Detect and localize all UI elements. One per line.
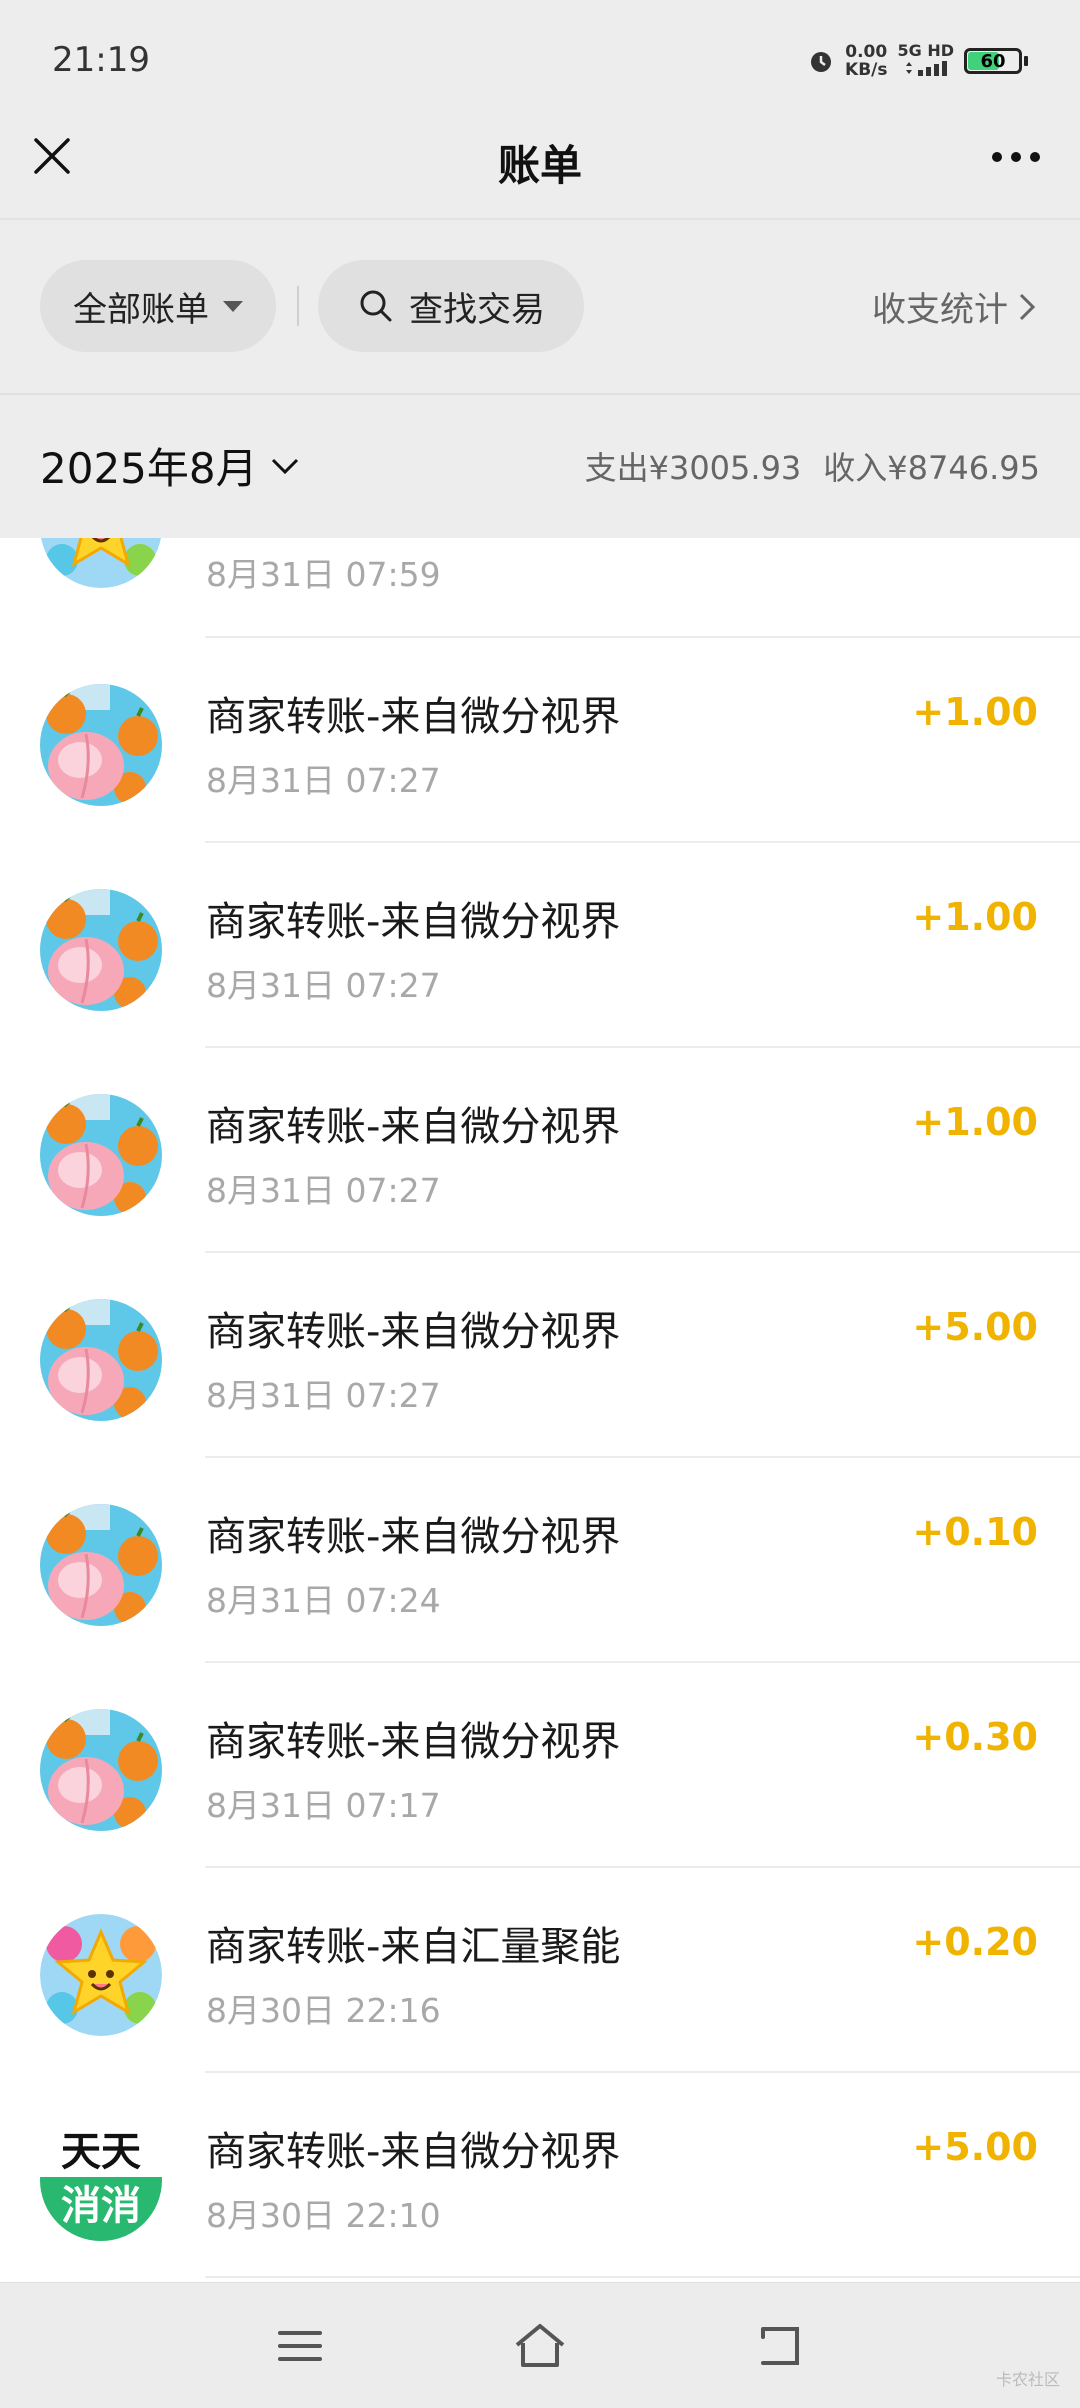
status-icons: 0.00 KB/s 5G HD 60 <box>807 42 1028 80</box>
transaction-row[interactable]: 商家转账-来自微分视界 8月31日 07:27 +1.00 <box>0 638 1080 843</box>
divider <box>297 286 299 326</box>
transaction-description: 商家转账-来自微分视界 <box>206 694 621 740</box>
transaction-time: 8月31日 07:27 <box>206 966 441 1005</box>
title-bar: 账单 <box>0 110 1080 220</box>
transaction-description: 商家转账-来自微分视界 <box>206 1514 621 1560</box>
row-divider <box>205 2276 1080 2278</box>
transaction-list[interactable]: 8月31日 07:59 商家转账-来自微分视界 8月31日 07:27 +1.00 商家… <box>0 538 1080 2282</box>
transaction-row[interactable]: 天天 消消 商家转账-来自微分视界 8月30日 22:10 +5.00 <box>0 2073 1080 2278</box>
transaction-description: 商家转账-来自微分视界 <box>206 1719 621 1765</box>
all-bills-filter-button[interactable]: 全部账单 <box>40 260 276 352</box>
transaction-time: 8月30日 22:10 <box>206 2196 441 2235</box>
transaction-row[interactable]: 商家转账-来自微分视界 8月31日 07:27 +1.00 <box>0 843 1080 1048</box>
month-totals: 支出¥3005.93 收入¥8746.95 <box>585 443 1040 489</box>
alarm-icon <box>811 52 832 72</box>
expense-total: 支出¥3005.93 <box>584 449 802 487</box>
month-selector[interactable]: 2025年8月 <box>40 435 300 496</box>
transaction-description: 商家转账-来自微分视界 <box>206 1309 621 1355</box>
transaction-row[interactable]: 商家转账-来自微分视界 8月31日 07:27 +5.00 <box>0 1253 1080 1458</box>
transaction-description: 商家转账-来自微分视界 <box>206 1104 621 1150</box>
transaction-time: 8月31日 07:17 <box>206 1786 441 1825</box>
fruit-game-icon <box>40 889 162 1011</box>
battery-icon: 60 <box>964 48 1022 74</box>
fruit-game-icon <box>40 1709 162 1831</box>
transaction-row[interactable]: 商家转账-来自汇量聚能 8月30日 22:16 +0.20 <box>0 1868 1080 2073</box>
status-bar: 21:19 0.00 KB/s 5G HD 60 <box>0 0 1080 110</box>
caret-down-icon <box>223 300 243 312</box>
transaction-amount: +1.00 <box>912 690 1038 734</box>
transaction-time: 8月31日 07:27 <box>206 761 441 800</box>
transaction-row[interactable]: 商家转账-来自微分视界 8月31日 07:27 +1.00 <box>0 1048 1080 1253</box>
transaction-description: 商家转账-来自汇量聚能 <box>206 1924 621 1970</box>
svg-text:消消: 消消 <box>61 2183 141 2229</box>
fruit-game-icon <box>40 1299 162 1421</box>
search-transaction-button[interactable]: 查找交易 <box>318 260 584 352</box>
filter-bar: 全部账单 查找交易 收支统计 <box>0 220 1080 395</box>
fruit-game-icon <box>40 1094 162 1216</box>
transaction-row[interactable]: 8月31日 07:59 <box>0 538 1080 638</box>
transaction-row[interactable]: 商家转账-来自微分视界 8月31日 07:24 +0.10 <box>0 1458 1080 1663</box>
search-icon <box>360 290 392 322</box>
transaction-amount: +0.20 <box>912 1920 1038 1964</box>
more-options-icon[interactable] <box>992 152 1040 162</box>
transaction-row[interactable]: 商家转账-来自微分视界 8月31日 07:17 +0.30 <box>0 1663 1080 1868</box>
transaction-description: 商家转账-来自微分视界 <box>206 899 621 945</box>
transaction-amount: +0.30 <box>912 1715 1038 1759</box>
fruit-game-icon <box>40 684 162 806</box>
star-game-icon <box>40 1914 162 2036</box>
transaction-time: 8月31日 07:27 <box>206 1376 441 1415</box>
chevron-right-icon <box>1019 293 1036 320</box>
fruit-game-icon <box>40 1504 162 1626</box>
signal-icon <box>906 61 947 76</box>
transaction-time: 8月31日 07:24 <box>206 1581 441 1620</box>
month-summary-bar: 2025年8月 支出¥3005.93 收入¥8746.95 <box>0 395 1080 538</box>
transaction-time: 8月31日 07:27 <box>206 1171 441 1210</box>
transaction-amount: +5.00 <box>912 2125 1038 2169</box>
income-expense-stats-link[interactable]: 收支统计 <box>872 282 1036 331</box>
watermark: 卡农社区 <box>995 2370 1060 2389</box>
network-type: 5G HD <box>897 42 954 80</box>
transaction-time: 8月30日 22:16 <box>206 1991 441 2030</box>
transaction-time: 8月31日 07:59 <box>206 555 441 594</box>
tiantian-xiaoxiao-icon: 天天 消消 <box>40 2119 162 2241</box>
menu-icon[interactable] <box>267 2313 333 2379</box>
transaction-amount: +1.00 <box>912 895 1038 939</box>
net-speed: 0.00 KB/s <box>845 42 888 80</box>
transaction-amount: +1.00 <box>912 1100 1038 1144</box>
page-title: 账单 <box>497 141 582 190</box>
transaction-amount: +0.10 <box>912 1510 1038 1554</box>
home-icon[interactable] <box>507 2313 573 2379</box>
transaction-amount: +5.00 <box>912 1305 1038 1349</box>
back-icon[interactable] <box>747 2313 813 2379</box>
chevron-down-icon <box>271 458 298 474</box>
system-nav-bar: 卡农社区 <box>0 2282 1080 2408</box>
status-time: 21:19 <box>52 40 150 80</box>
svg-text:天天: 天天 <box>61 2129 141 2175</box>
star-game-icon <box>40 538 162 588</box>
transaction-description: 商家转账-来自微分视界 <box>206 2129 621 2175</box>
income-total: 收入¥8746.95 <box>823 449 1040 487</box>
